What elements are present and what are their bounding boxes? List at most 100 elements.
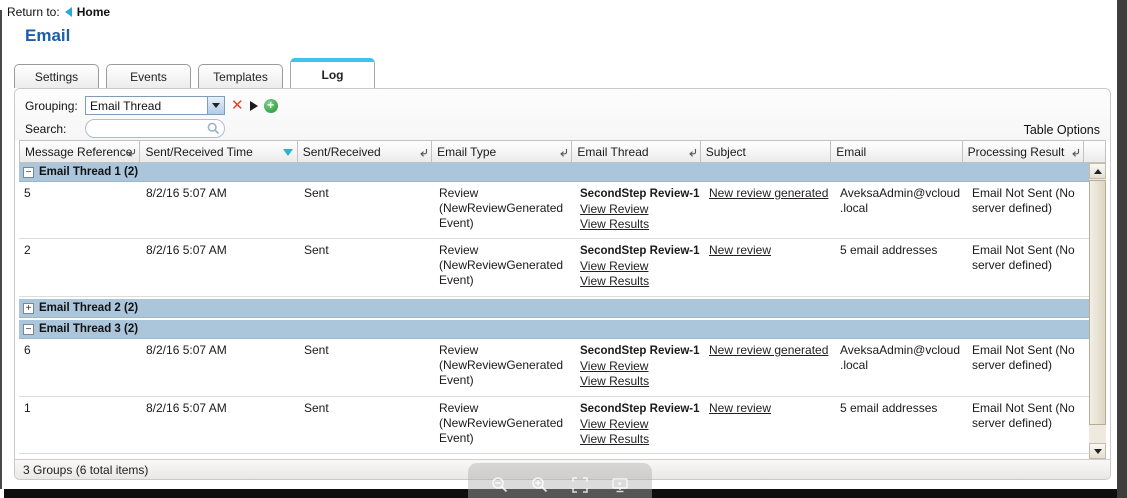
cell-sent-received: Sent — [299, 397, 434, 453]
column-header-subject[interactable]: Subject — [701, 140, 831, 163]
cell-sent-received-time: 8/2/16 5:07 AM — [141, 397, 299, 453]
view-results-link[interactable]: View Results — [580, 374, 698, 389]
cell-sent-received: Sent — [299, 239, 434, 296]
vertical-scrollbar[interactable] — [1089, 163, 1106, 459]
table-row[interactable]: 5 8/2/16 5:07 AM Sent Review (NewReviewG… — [19, 182, 1106, 239]
cell-subject: New review — [704, 239, 835, 296]
cell-email: AveksaAdmin@vcloud.local — [835, 182, 967, 238]
search-input[interactable] — [94, 122, 207, 136]
cell-email-thread: SecondStep Review-1 View Review View Res… — [575, 339, 704, 396]
tab-bar: Settings Events Templates Log — [14, 58, 375, 88]
cell-subject: New review generated — [704, 182, 835, 238]
window-edge-left — [0, 10, 2, 489]
cell-sent-received: Sent — [299, 339, 434, 396]
subject-link[interactable]: New review generated — [709, 186, 828, 200]
group-row-thread-1[interactable]: − Email Thread 1 (2) — [19, 163, 1106, 182]
home-link[interactable]: Home — [77, 5, 110, 19]
search-label: Search: — [25, 122, 85, 136]
table-row[interactable]: 6 8/2/16 5:07 AM Sent Review (NewReviewG… — [19, 339, 1106, 397]
tab-log[interactable]: Log — [290, 58, 375, 88]
sortable-icon — [1071, 147, 1080, 161]
subject-link[interactable]: New review generated — [709, 343, 828, 357]
column-header-sent-received-time[interactable]: Sent/Received Time — [140, 140, 297, 163]
subject-link[interactable]: New review — [709, 401, 771, 415]
cell-sent-received-time: 8/2/16 5:07 AM — [141, 339, 299, 396]
cell-sent-received: Sent — [299, 182, 434, 238]
view-review-link[interactable]: View Review — [580, 259, 698, 274]
email-log-screen: Return to: Home Email Settings Events Te… — [0, 0, 1127, 498]
column-header-email[interactable]: Email — [831, 140, 962, 163]
column-header-email-type[interactable]: Email Type — [432, 140, 572, 163]
column-header-email-thread[interactable]: Email Thread — [572, 140, 700, 163]
tab-settings[interactable]: Settings — [14, 64, 99, 88]
collapse-group-icon[interactable]: − — [23, 167, 34, 178]
view-review-link[interactable]: View Review — [580, 417, 698, 432]
view-review-link[interactable]: View Review — [580, 202, 698, 217]
cell-email: 5 email addresses — [835, 397, 967, 453]
scroll-up-icon — [1094, 169, 1102, 174]
group-row-thread-2[interactable]: + Email Thread 2 (2) — [19, 299, 1106, 318]
breadcrumb: Return to: Home — [7, 5, 110, 19]
cell-subject: New review generated — [704, 339, 835, 396]
zoom-in-icon[interactable] — [531, 476, 549, 494]
cell-email: 5 email addresses — [835, 239, 967, 296]
cell-email-thread: SecondStep Review-1 View Review View Res… — [575, 239, 704, 296]
thread-name: SecondStep Review-1 — [580, 245, 700, 257]
column-header-sent-received[interactable]: Sent/Received — [298, 140, 432, 163]
table-row[interactable]: 2 8/2/16 5:07 AM Sent Review (NewReviewG… — [19, 239, 1106, 297]
scroll-down-icon — [1094, 449, 1102, 454]
cell-processing-result: Email Not Sent (No server defined) — [967, 239, 1089, 296]
cell-message-reference: 1 — [19, 397, 141, 453]
tab-templates[interactable]: Templates — [198, 64, 283, 88]
grouping-label: Grouping: — [25, 99, 85, 113]
table-row[interactable]: 1 8/2/16 5:07 AM Sent Review (NewReviewG… — [19, 397, 1106, 454]
chevron-down-icon — [212, 103, 220, 108]
grid-body: − Email Thread 1 (2) 5 8/2/16 5:07 AM Se… — [19, 163, 1106, 459]
view-review-link[interactable]: View Review — [580, 359, 698, 374]
tab-events[interactable]: Events — [106, 64, 191, 88]
grouping-select[interactable]: Email Thread — [85, 96, 225, 115]
grid-header: Message Reference Sent/Received Time Sen… — [19, 140, 1106, 163]
back-arrow-icon — [65, 7, 72, 17]
scroll-down-button[interactable] — [1089, 443, 1106, 459]
remove-grouping-icon[interactable]: ✕ — [231, 98, 244, 113]
fullscreen-icon[interactable] — [571, 476, 589, 494]
column-header-filler — [1084, 140, 1106, 163]
scrollbar-thumb[interactable] — [1089, 180, 1106, 425]
cell-sent-received-time: 8/2/16 5:07 AM — [141, 239, 299, 296]
group-row-thread-3[interactable]: − Email Thread 3 (2) — [19, 320, 1106, 339]
window-edge-right — [1117, 0, 1127, 498]
grouping-dropdown-button[interactable] — [207, 97, 224, 114]
image-viewer-toolbar — [468, 463, 652, 498]
cell-email-type: Review (NewReviewGeneratedEvent) — [434, 397, 575, 453]
search-box — [85, 119, 225, 138]
thread-name: SecondStep Review-1 — [580, 188, 700, 200]
cell-message-reference: 6 — [19, 339, 141, 396]
add-grouping-icon[interactable]: + — [264, 99, 278, 113]
view-results-link[interactable]: View Results — [580, 432, 698, 447]
table-options-link[interactable]: Table Options — [1024, 123, 1100, 137]
view-results-link[interactable]: View Results — [580, 274, 698, 289]
subject-link[interactable]: New review — [709, 243, 771, 257]
cell-email-type: Review (NewReviewGeneratedEvent) — [434, 239, 575, 296]
cell-email-type: Review (NewReviewGeneratedEvent) — [434, 339, 575, 396]
apply-grouping-icon[interactable] — [250, 101, 258, 111]
group-label: Email Thread 3 (2) — [39, 323, 138, 335]
grouping-row: Grouping: Email Thread ✕ + — [25, 94, 1110, 117]
cell-processing-result: Email Not Sent (No server defined) — [967, 339, 1089, 396]
search-icon[interactable] — [207, 122, 220, 135]
zoom-out-icon[interactable] — [491, 476, 509, 494]
cell-processing-result: Email Not Sent (No server defined) — [967, 182, 1089, 238]
cell-message-reference: 5 — [19, 182, 141, 238]
view-results-link[interactable]: View Results — [580, 217, 698, 232]
grid-toolbar: Grouping: Email Thread ✕ + Search: Ta — [15, 89, 1110, 140]
expand-group-icon[interactable]: + — [23, 303, 34, 314]
column-header-message-reference[interactable]: Message Reference — [19, 140, 140, 163]
scroll-up-button[interactable] — [1089, 163, 1106, 179]
cell-email-type: Review (NewReviewGeneratedEvent) — [434, 182, 575, 238]
column-header-processing-result[interactable]: Processing Result — [963, 140, 1084, 163]
group-label: Email Thread 1 (2) — [39, 166, 138, 178]
presentation-icon[interactable] — [611, 476, 629, 494]
collapse-group-icon[interactable]: − — [23, 324, 34, 335]
cell-email: AveksaAdmin@vcloud.local — [835, 339, 967, 396]
